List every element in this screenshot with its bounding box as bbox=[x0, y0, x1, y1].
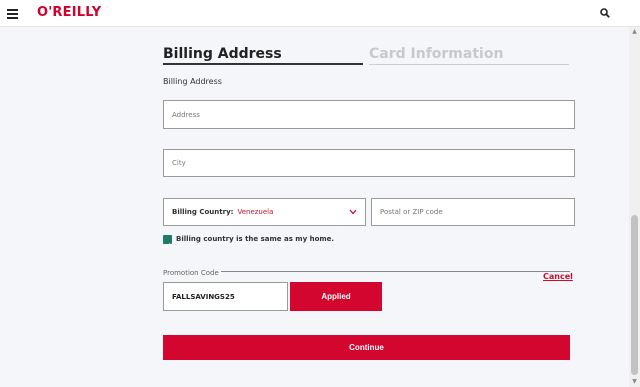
scroll-up-arrow-icon[interactable]: ▲ bbox=[631, 29, 638, 35]
applied-button[interactable]: Applied bbox=[290, 282, 382, 311]
address-input[interactable]: Address bbox=[163, 100, 575, 129]
address-placeholder: Address bbox=[172, 110, 200, 119]
tab-card-information[interactable]: Card Information bbox=[369, 46, 503, 62]
promotion-code-input[interactable]: FALLSAVINGS25 bbox=[163, 282, 288, 311]
postal-code-input[interactable]: Postal or ZIP code bbox=[371, 198, 575, 226]
same-as-home-checkbox[interactable] bbox=[163, 235, 172, 249]
page-scrollbar[interactable]: ▲ ▼ bbox=[629, 27, 640, 387]
active-tab-underline bbox=[163, 63, 363, 65]
hamburger-menu-icon[interactable] bbox=[7, 9, 18, 19]
search-icon[interactable] bbox=[600, 8, 610, 18]
oreilly-logo[interactable]: O'REILLY bbox=[37, 5, 101, 20]
billing-country-value: Venezuela bbox=[237, 208, 274, 216]
scrollbar-thumb[interactable] bbox=[631, 215, 638, 375]
promotion-divider bbox=[163, 271, 570, 272]
chevron-down-icon bbox=[349, 209, 357, 215]
city-placeholder: City bbox=[172, 159, 186, 167]
billing-country-select[interactable]: Billing Country: Venezuela bbox=[163, 198, 366, 226]
city-input[interactable]: City bbox=[163, 149, 575, 177]
top-navigation-bar: O'REILLY bbox=[0, 0, 640, 27]
continue-button[interactable]: Continue bbox=[163, 335, 570, 360]
tab-billing-address[interactable]: Billing Address bbox=[163, 46, 282, 62]
scroll-down-arrow-icon[interactable]: ▼ bbox=[631, 379, 638, 385]
billing-country-label: Billing Country: bbox=[172, 208, 234, 216]
inactive-tab-underline bbox=[369, 64, 569, 65]
same-as-home-label: Billing country is the same as my home. bbox=[176, 235, 335, 243]
postal-code-placeholder: Postal or ZIP code bbox=[380, 208, 443, 216]
cancel-promotion-link[interactable]: Cancel bbox=[543, 272, 573, 281]
promotion-code-value: FALLSAVINGS25 bbox=[172, 292, 235, 301]
billing-address-heading: Billing Address bbox=[163, 77, 222, 86]
promotion-code-label: Promotion Code bbox=[163, 269, 221, 277]
checkmark-icon bbox=[164, 243, 171, 249]
